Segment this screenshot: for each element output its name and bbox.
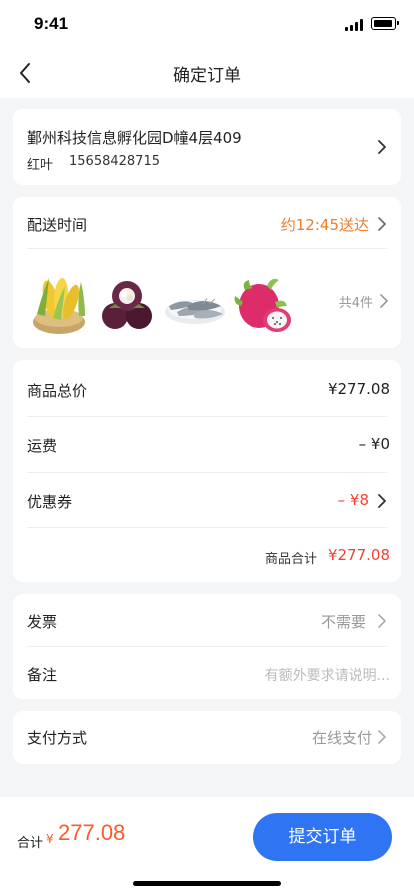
recipient-phone: 15658428715 <box>69 154 160 169</box>
payment-label: 支付方式 <box>27 729 88 747</box>
signal-icon <box>345 19 365 31</box>
delivery-card: 配送时间 约12:45送达 共4件 <box>13 197 401 348</box>
address-line: 鄞州科技信息孵化园D幢4层409 <box>27 129 242 147</box>
goods-total-value: ¥277.08 <box>327 380 390 398</box>
subtotal-value: ¥277.08 <box>327 546 390 564</box>
chevron-right-icon <box>378 614 386 628</box>
note-label: 备注 <box>27 666 58 684</box>
divider <box>27 646 387 647</box>
status-time: 9:41 <box>34 14 69 33</box>
delivery-time-value[interactable]: 约12:45送达 <box>281 214 369 235</box>
subtotal-label: 商品合计 <box>264 552 317 567</box>
mangosteen-product-image[interactable] <box>95 272 159 336</box>
chevron-right-icon <box>378 494 386 508</box>
divider <box>27 416 387 417</box>
chevron-right-icon <box>378 730 386 744</box>
bottom-bar: 合计 ¥ 277.08 提交订单 <box>0 797 414 896</box>
home-indicator <box>133 881 281 886</box>
shipping-label: 运费 <box>27 437 58 455</box>
coupon-value[interactable]: – ¥8 <box>338 491 369 509</box>
nav-bar: 确定订单 <box>0 48 414 98</box>
items-count[interactable]: 共4件 <box>339 292 373 311</box>
payment-card[interactable]: 支付方式 在线支付 <box>13 711 401 764</box>
divider <box>27 527 387 528</box>
chevron-right-icon <box>378 217 386 231</box>
invoice-label: 发票 <box>27 613 58 631</box>
chevron-right-icon <box>378 140 386 154</box>
divider <box>27 472 387 473</box>
divider <box>27 248 387 249</box>
recipient-name: 红叶 <box>27 158 54 173</box>
payment-value: 在线支付 <box>311 729 372 747</box>
battery-icon <box>371 17 399 30</box>
total-currency: ¥ <box>46 832 54 846</box>
delivery-time-label: 配送时间 <box>27 216 88 234</box>
extras-card: 发票 不需要 备注 有额外要求请说明... <box>13 594 401 699</box>
dragon-fruit-product-image[interactable] <box>231 272 295 336</box>
goods-total-label: 商品总价 <box>27 382 88 400</box>
total-value: 277.08 <box>58 820 126 845</box>
chevron-right-icon <box>380 294 388 308</box>
shrimp-product-image[interactable] <box>163 272 227 336</box>
address-card[interactable]: 鄞州科技信息孵化园D幢4层409 红叶 15658428715 <box>13 109 401 185</box>
corn-product-image[interactable] <box>27 272 91 336</box>
status-bar: 9:41 <box>0 0 414 48</box>
invoice-value[interactable]: 不需要 <box>321 611 366 632</box>
shipping-value: – ¥0 <box>358 435 390 453</box>
total-label: 合计 <box>17 836 44 851</box>
page-title: 确定订单 <box>173 66 241 86</box>
coupon-label: 优惠券 <box>27 493 73 511</box>
submit-order-button[interactable]: 提交订单 <box>253 813 392 861</box>
price-card: 商品总价 ¥277.08 运费 – ¥0 优惠券 – ¥8 商品合计 ¥277.… <box>13 360 401 582</box>
note-input[interactable]: 有额外要求请说明... <box>265 665 390 685</box>
